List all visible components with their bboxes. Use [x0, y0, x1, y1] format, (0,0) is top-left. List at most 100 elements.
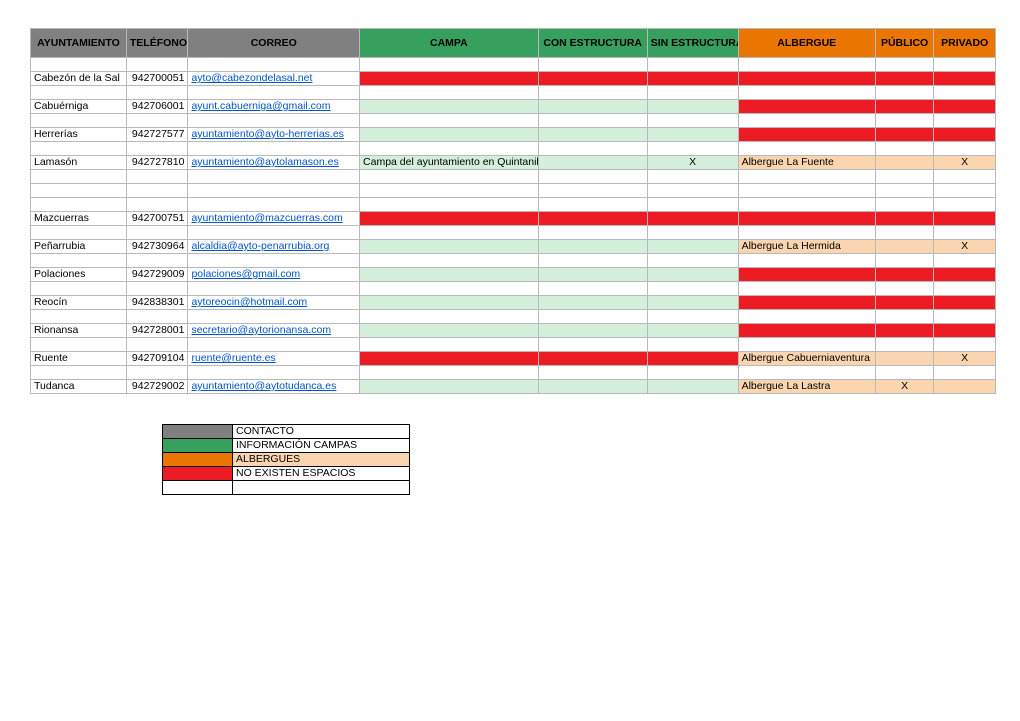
- cell-privado: [934, 268, 996, 282]
- email-link[interactable]: ayto@cabezondelasal.net: [191, 72, 312, 84]
- legend-label-albergues: ALBERGUES: [233, 453, 410, 467]
- cell-campa: [360, 324, 539, 338]
- email-link[interactable]: ayuntamiento@ayto-herrerias.es: [191, 128, 343, 140]
- empty-cell: [360, 86, 539, 100]
- table-row: Ruente942709104ruente@ruente.esAlbergue …: [31, 352, 996, 366]
- cell-albergue: [738, 100, 875, 114]
- cell-con-estructura: [538, 156, 647, 170]
- email-link[interactable]: polaciones@gmail.com: [191, 268, 300, 280]
- empty-cell: [934, 114, 996, 128]
- table-body: Cabezón de la Sal942700051ayto@cabezonde…: [31, 58, 996, 394]
- empty-cell: [31, 338, 127, 352]
- empty-cell: [647, 310, 738, 324]
- empty-cell: [188, 170, 360, 184]
- cell-privado: [934, 324, 996, 338]
- legend-label-informacion: INFORMACIÓN CAMPAS: [233, 439, 410, 453]
- empty-cell: [126, 310, 188, 324]
- legend-label-empty: [233, 481, 410, 495]
- cell-correo: ruente@ruente.es: [188, 352, 360, 366]
- main-table: AYUNTAMIENTO TELÉFONO CORREO CAMPA CON E…: [30, 28, 996, 394]
- cell-ayuntamiento: Lamasón: [31, 156, 127, 170]
- sheet: AYUNTAMIENTO TELÉFONO CORREO CAMPA CON E…: [0, 0, 1020, 495]
- empty-cell: [126, 142, 188, 156]
- empty-cell: [188, 226, 360, 240]
- email-link[interactable]: ruente@ruente.es: [191, 352, 275, 364]
- cell-con-estructura: [538, 100, 647, 114]
- cell-con-estructura: [538, 240, 647, 254]
- table-row: [31, 310, 996, 324]
- table-row: [31, 338, 996, 352]
- empty-cell: [538, 142, 647, 156]
- cell-con-estructura: [538, 324, 647, 338]
- table-row: Rionansa942728001secretario@aytorionansa…: [31, 324, 996, 338]
- empty-cell: [738, 58, 875, 72]
- table-row: Cabuérniga942706001ayunt.cabuerniga@gmai…: [31, 100, 996, 114]
- cell-privado: [934, 296, 996, 310]
- cell-sin-estructura: [647, 380, 738, 394]
- cell-campa: [360, 128, 539, 142]
- empty-cell: [360, 58, 539, 72]
- cell-albergue: [738, 268, 875, 282]
- empty-cell: [538, 254, 647, 268]
- cell-telefono: 942709104: [126, 352, 188, 366]
- empty-cell: [188, 338, 360, 352]
- legend-swatch-albergues: [163, 453, 233, 467]
- empty-cell: [360, 142, 539, 156]
- email-link[interactable]: ayuntamiento@mazcuerras.com: [191, 212, 342, 224]
- empty-cell: [738, 184, 875, 198]
- empty-cell: [934, 58, 996, 72]
- empty-cell: [538, 310, 647, 324]
- empty-cell: [31, 184, 127, 198]
- cell-privado: [934, 100, 996, 114]
- table-row: [31, 254, 996, 268]
- empty-cell: [875, 254, 934, 268]
- empty-cell: [126, 226, 188, 240]
- empty-cell: [360, 310, 539, 324]
- email-link[interactable]: secretario@aytorionansa.com: [191, 324, 331, 336]
- table-row: [31, 226, 996, 240]
- cell-ayuntamiento: Cabuérniga: [31, 100, 127, 114]
- empty-cell: [647, 170, 738, 184]
- empty-cell: [934, 226, 996, 240]
- empty-cell: [875, 170, 934, 184]
- empty-cell: [360, 282, 539, 296]
- email-link[interactable]: ayuntamiento@aytotudanca.es: [191, 380, 336, 392]
- cell-telefono: 942700051: [126, 72, 188, 86]
- empty-cell: [875, 142, 934, 156]
- email-link[interactable]: aytoreocin@hotmail.com: [191, 296, 307, 308]
- empty-cell: [360, 198, 539, 212]
- empty-cell: [538, 282, 647, 296]
- cell-correo: aytoreocin@hotmail.com: [188, 296, 360, 310]
- empty-cell: [188, 114, 360, 128]
- empty-cell: [934, 338, 996, 352]
- table-row: [31, 86, 996, 100]
- cell-publico: [875, 212, 934, 226]
- cell-campa: [360, 352, 539, 366]
- email-link[interactable]: ayuntamiento@aytolamason.es: [191, 156, 338, 168]
- email-link[interactable]: alcaldia@ayto-penarrubia.org: [191, 240, 329, 252]
- cell-publico: [875, 128, 934, 142]
- empty-cell: [934, 184, 996, 198]
- header-ayuntamiento: AYUNTAMIENTO: [31, 29, 127, 58]
- empty-cell: [875, 198, 934, 212]
- empty-cell: [538, 184, 647, 198]
- cell-correo: ayuntamiento@aytotudanca.es: [188, 380, 360, 394]
- cell-telefono: 942727577: [126, 128, 188, 142]
- cell-campa: [360, 380, 539, 394]
- empty-cell: [934, 366, 996, 380]
- email-link[interactable]: ayunt.cabuerniga@gmail.com: [191, 100, 330, 112]
- table-row: Mazcuerras942700751ayuntamiento@mazcuerr…: [31, 212, 996, 226]
- empty-cell: [538, 198, 647, 212]
- empty-cell: [738, 338, 875, 352]
- cell-correo: secretario@aytorionansa.com: [188, 324, 360, 338]
- cell-privado: [934, 212, 996, 226]
- empty-cell: [647, 338, 738, 352]
- cell-con-estructura: [538, 212, 647, 226]
- legend-swatch-contacto: [163, 425, 233, 439]
- empty-cell: [647, 254, 738, 268]
- cell-telefono: 942838301: [126, 296, 188, 310]
- empty-cell: [360, 114, 539, 128]
- header-publico: PÚBLICO: [875, 29, 934, 58]
- empty-cell: [126, 338, 188, 352]
- cell-sin-estructura: [647, 212, 738, 226]
